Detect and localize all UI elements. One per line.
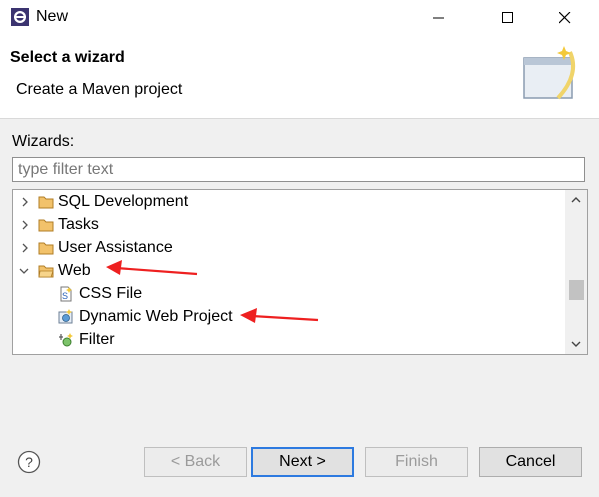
tree-item-tasks[interactable]: Tasks xyxy=(13,213,562,236)
back-button-label: < Back xyxy=(170,453,221,470)
wizard-banner-icon xyxy=(523,46,575,100)
tree-item-filter[interactable]: Filter xyxy=(13,328,562,351)
eclipse-app-icon xyxy=(11,8,29,26)
title-bar: New xyxy=(0,0,599,36)
minimize-icon xyxy=(433,17,444,19)
folder-open-icon xyxy=(38,265,54,278)
tree-item-sql-development[interactable]: SQL Development xyxy=(13,190,562,213)
folder-icon xyxy=(38,219,54,232)
folder-icon xyxy=(38,196,54,209)
maximize-button[interactable] xyxy=(485,0,531,36)
tree-item-label: Filter xyxy=(79,330,115,348)
finish-button-label: Finish xyxy=(395,453,438,470)
tree-item-label: SQL Development xyxy=(58,192,189,210)
maximize-icon xyxy=(502,12,513,23)
next-button-label: Next > xyxy=(279,453,326,470)
filter-input[interactable] xyxy=(12,157,585,182)
wizards-label: Wizards: xyxy=(12,133,75,150)
chevron-right-icon[interactable] xyxy=(20,243,30,253)
minimize-button[interactable] xyxy=(416,0,462,36)
tree-item-label: User Assistance xyxy=(58,238,173,256)
back-button[interactable]: < Back xyxy=(144,447,247,477)
scroll-thumb[interactable] xyxy=(569,280,584,300)
page-title: Select a wizard xyxy=(10,49,125,66)
scroll-down-icon[interactable] xyxy=(571,340,581,348)
dynamic-web-project-icon xyxy=(58,309,73,324)
svg-text:?: ? xyxy=(25,454,33,470)
window-title: New xyxy=(36,8,69,25)
arrow-to-web-icon xyxy=(106,260,198,276)
css-file-icon: S xyxy=(60,286,72,302)
chevron-right-icon[interactable] xyxy=(20,197,30,207)
next-button[interactable]: Next > xyxy=(251,447,354,477)
annotation-arrows xyxy=(106,260,319,323)
scroll-up-icon[interactable] xyxy=(571,196,581,204)
tree-item-label: Tasks xyxy=(58,215,99,233)
chevron-down-icon[interactable] xyxy=(19,266,29,276)
folder-icon xyxy=(38,242,54,255)
page-description: Create a Maven project xyxy=(16,81,183,98)
vertical-scrollbar[interactable] xyxy=(565,190,587,354)
cancel-button-label: Cancel xyxy=(505,453,556,470)
svg-text:S: S xyxy=(62,291,68,301)
close-button[interactable] xyxy=(542,0,588,36)
arrow-to-dynamic-web-project-icon xyxy=(240,308,319,323)
filter-icon xyxy=(59,333,73,347)
tree-item-label: Web xyxy=(58,261,91,279)
close-icon xyxy=(559,12,571,24)
finish-button[interactable]: Finish xyxy=(365,447,468,477)
help-icon[interactable]: ? xyxy=(17,450,41,474)
chevron-right-icon[interactable] xyxy=(20,220,30,230)
cancel-button[interactable]: Cancel xyxy=(479,447,582,477)
wizard-header: Select a wizard Create a Maven project xyxy=(0,36,599,119)
